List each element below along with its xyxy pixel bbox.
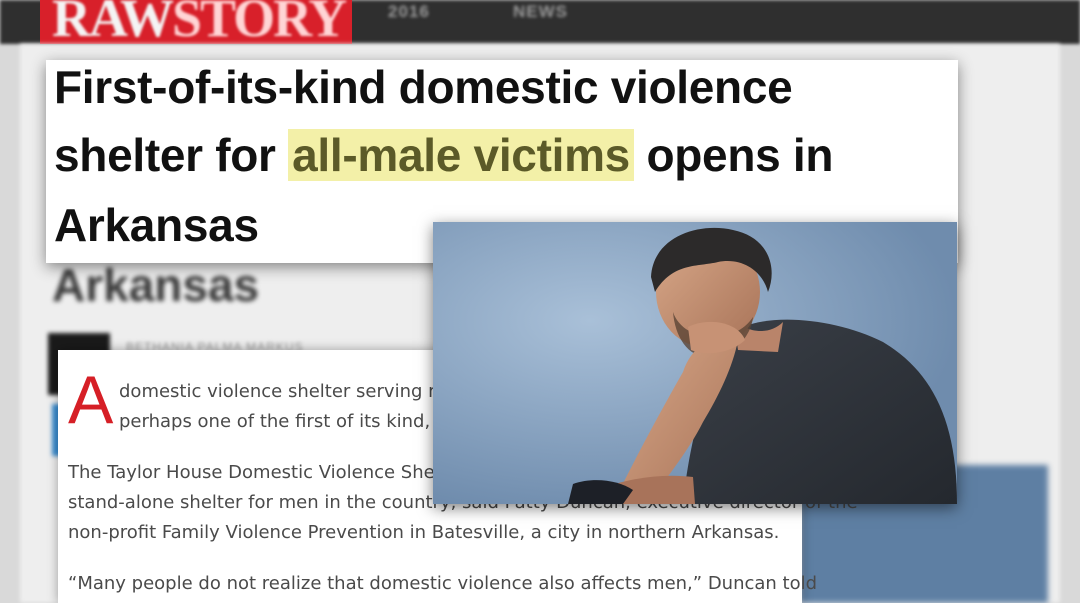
article-line-2: perhaps one of the first of its kind, ac…: [119, 411, 467, 432]
headline-line-2-end: opens in: [633, 129, 834, 181]
article-line-6: “Many people do not realize that domesti…: [68, 573, 818, 594]
headline-highlight: all-male victims: [288, 129, 634, 181]
article-line-1: domestic violence shelter serving mal: [119, 381, 462, 402]
logo-raw: RAW: [52, 0, 174, 48]
man-photo-illustration: [433, 222, 957, 504]
headline-line-3: Arkansas: [54, 199, 259, 251]
headline-line-2: shelter for all-male victims opens in: [54, 128, 833, 182]
article-line-3: The Taylor House Domestic Violence Shelt…: [68, 462, 458, 483]
headline-line-2-start: shelter for: [54, 129, 289, 181]
article-line-5: non-profit Family Violence Prevention in…: [68, 522, 780, 543]
logo-story: STORY: [172, 0, 347, 48]
ghost-headline: Arkansas: [52, 259, 260, 311]
nav-item-news[interactable]: NEWS: [513, 2, 568, 22]
drop-cap: A: [68, 362, 114, 438]
site-logo-text: RAWSTORY: [52, 0, 347, 48]
nav-item-2016[interactable]: 2016: [388, 2, 430, 22]
article-photo: [433, 222, 957, 504]
headline-line-1: First-of-its-kind domestic violence: [54, 61, 793, 113]
